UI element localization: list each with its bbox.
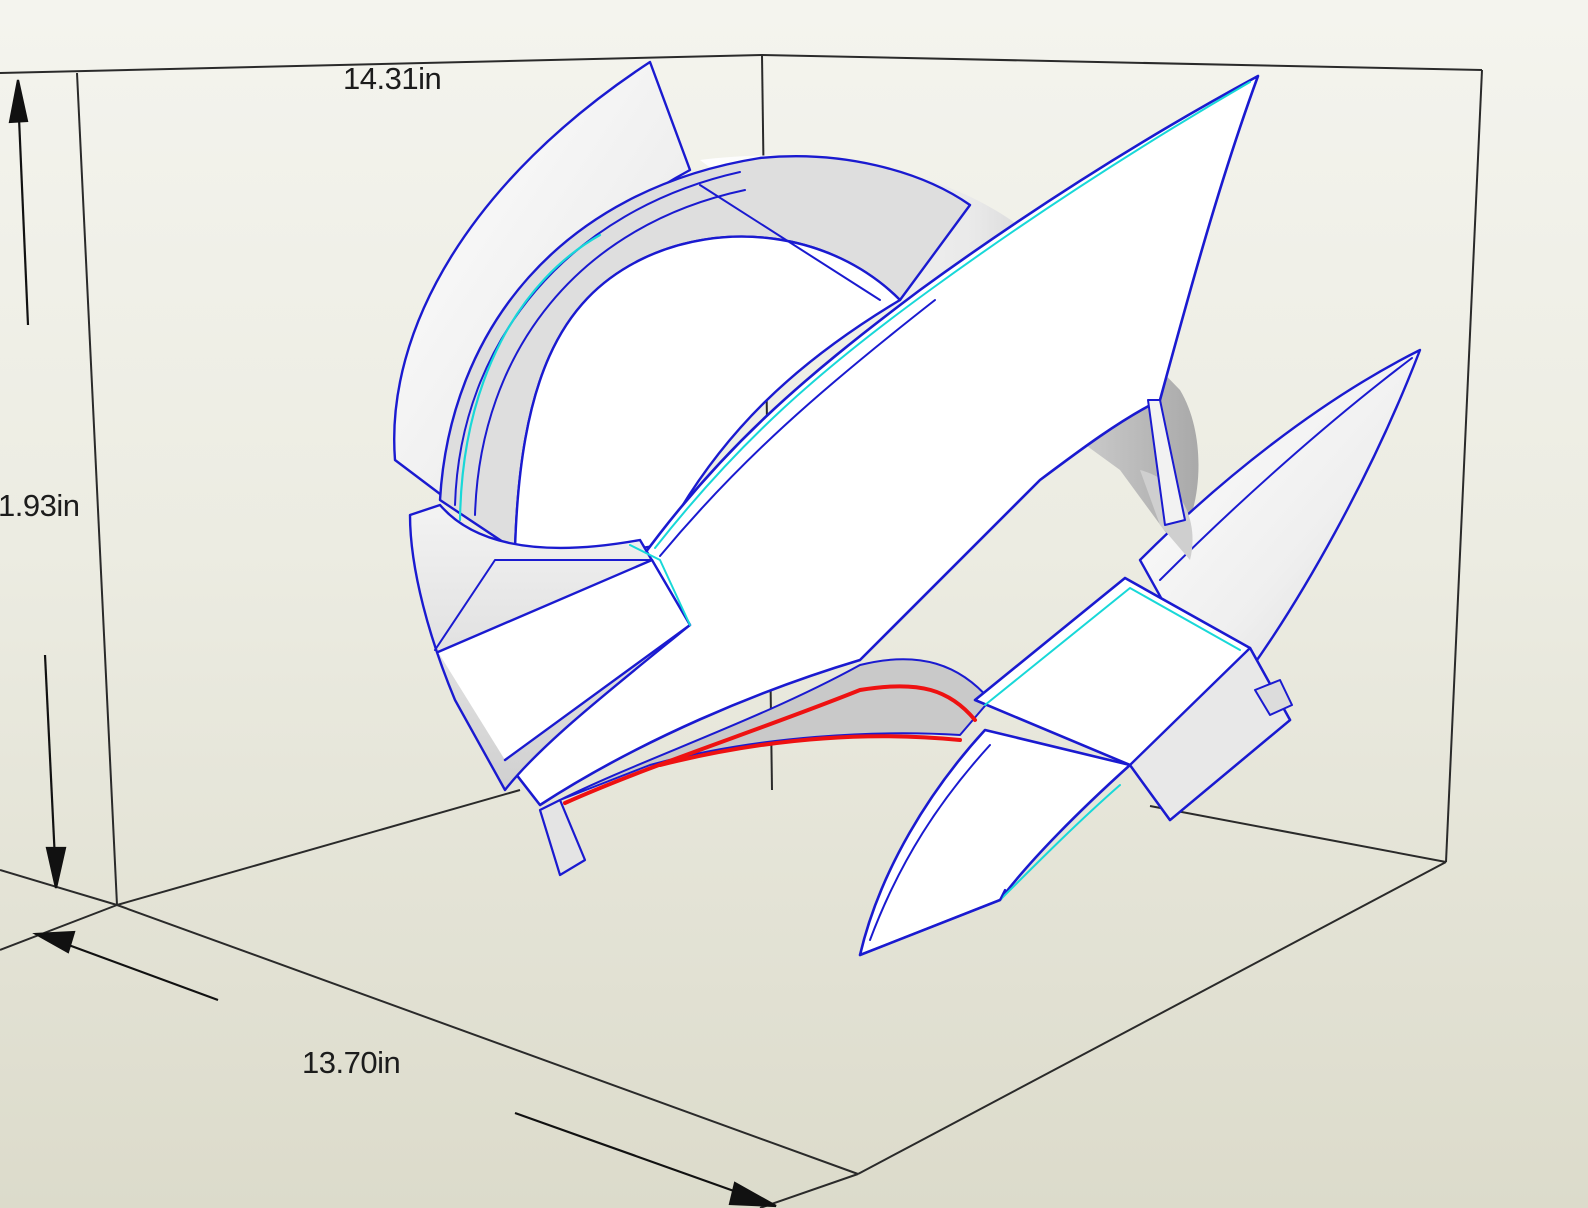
height-arrow-upper-shaft [16,94,30,326]
depth-arrow-right-head [728,1181,777,1208]
bbox-floor-front-tail [759,1173,859,1208]
height-arrow-lower-shaft [43,654,57,861]
bbox-floor-back-right [1149,805,1447,863]
helmet-model[interactable] [393,60,1422,957]
height-arrow-down-head [45,846,67,889]
bbox-top-right-edge [761,54,1483,71]
bbox-left-vertical-edge [76,72,118,906]
bbox-floor-front-left [116,904,859,1175]
depth-arrow-right-shaft [514,1111,749,1198]
width-dimension-label: 14.31in [343,61,442,96]
depth-arrow-left-head [32,930,76,954]
depth-dimension-label: 13.70in [302,1045,401,1080]
bbox-right-vertical-edge [1445,69,1483,863]
height-arrow-up-head [8,79,29,124]
3d-model-viewport[interactable]: 14.31in 1.93in 13.70in [0,0,1588,1208]
bbox-floor-back-left [116,789,521,906]
jaw-spike-right [858,728,1132,957]
helmet-3d-scene[interactable] [0,0,1588,1208]
chin-left-tab [538,798,587,877]
height-dimension-label: 1.93in [0,488,80,523]
depth-arrow-left-shaft [54,938,219,1002]
